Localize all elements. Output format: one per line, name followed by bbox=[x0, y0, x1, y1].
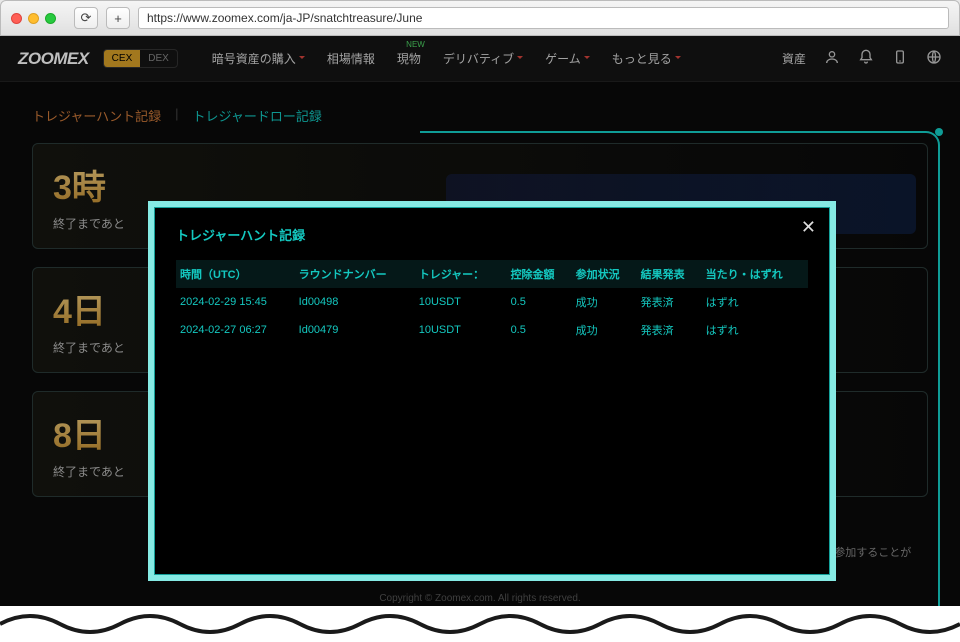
cell-result: 発表済 bbox=[637, 288, 702, 316]
treasure-hunt-record-modal: ✕ トレジャーハント記録 時間（UTC） ラウンドナンバー トレジャー： 控除金… bbox=[148, 201, 836, 581]
cell-result: 発表済 bbox=[637, 316, 702, 344]
cell-time: 2024-02-29 15:45 bbox=[176, 288, 295, 316]
cell-round: Id00479 bbox=[295, 316, 415, 344]
col-round: ラウンドナンバー bbox=[295, 260, 415, 288]
col-time: 時間（UTC） bbox=[176, 260, 295, 288]
cell-winlose: はずれ bbox=[702, 288, 808, 316]
cell-winlose: はずれ bbox=[702, 316, 808, 344]
maximize-window-icon[interactable] bbox=[45, 13, 56, 24]
cell-treasure: 10USDT bbox=[415, 288, 507, 316]
cell-round: Id00498 bbox=[295, 288, 415, 316]
cell-deduct: 0.5 bbox=[507, 316, 572, 344]
url-input[interactable] bbox=[138, 7, 949, 29]
cell-treasure: 10USDT bbox=[415, 316, 507, 344]
modal-title: トレジャーハント記録 bbox=[176, 225, 808, 244]
page-viewport: ZOOMEX CEX DEX 暗号資産の購入 相場情報 現物NEW デリバティブ… bbox=[0, 36, 960, 624]
torn-edge-decoration bbox=[0, 606, 960, 642]
new-tab-button[interactable]: + bbox=[106, 7, 130, 29]
cell-deduct: 0.5 bbox=[507, 288, 572, 316]
close-icon[interactable]: ✕ bbox=[801, 217, 816, 238]
cell-time: 2024-02-27 06:27 bbox=[176, 316, 295, 344]
record-table: 時間（UTC） ラウンドナンバー トレジャー： 控除金額 参加状況 結果発表 当… bbox=[176, 260, 808, 344]
browser-titlebar: ⟳ + bbox=[0, 0, 960, 36]
col-status: 参加状況 bbox=[572, 260, 637, 288]
table-row: 2024-02-27 06:27 Id00479 10USDT 0.5 成功 発… bbox=[176, 316, 808, 344]
close-window-icon[interactable] bbox=[11, 13, 22, 24]
col-winlose: 当たり・はずれ bbox=[702, 260, 808, 288]
table-row: 2024-02-29 15:45 Id00498 10USDT 0.5 成功 発… bbox=[176, 288, 808, 316]
minimize-window-icon[interactable] bbox=[28, 13, 39, 24]
col-deduct: 控除金額 bbox=[507, 260, 572, 288]
cell-status: 成功 bbox=[572, 288, 637, 316]
col-result: 結果発表 bbox=[637, 260, 702, 288]
cell-status: 成功 bbox=[572, 316, 637, 344]
reload-button[interactable]: ⟳ bbox=[74, 7, 98, 29]
col-treasure: トレジャー： bbox=[415, 260, 507, 288]
window-controls bbox=[11, 13, 56, 24]
